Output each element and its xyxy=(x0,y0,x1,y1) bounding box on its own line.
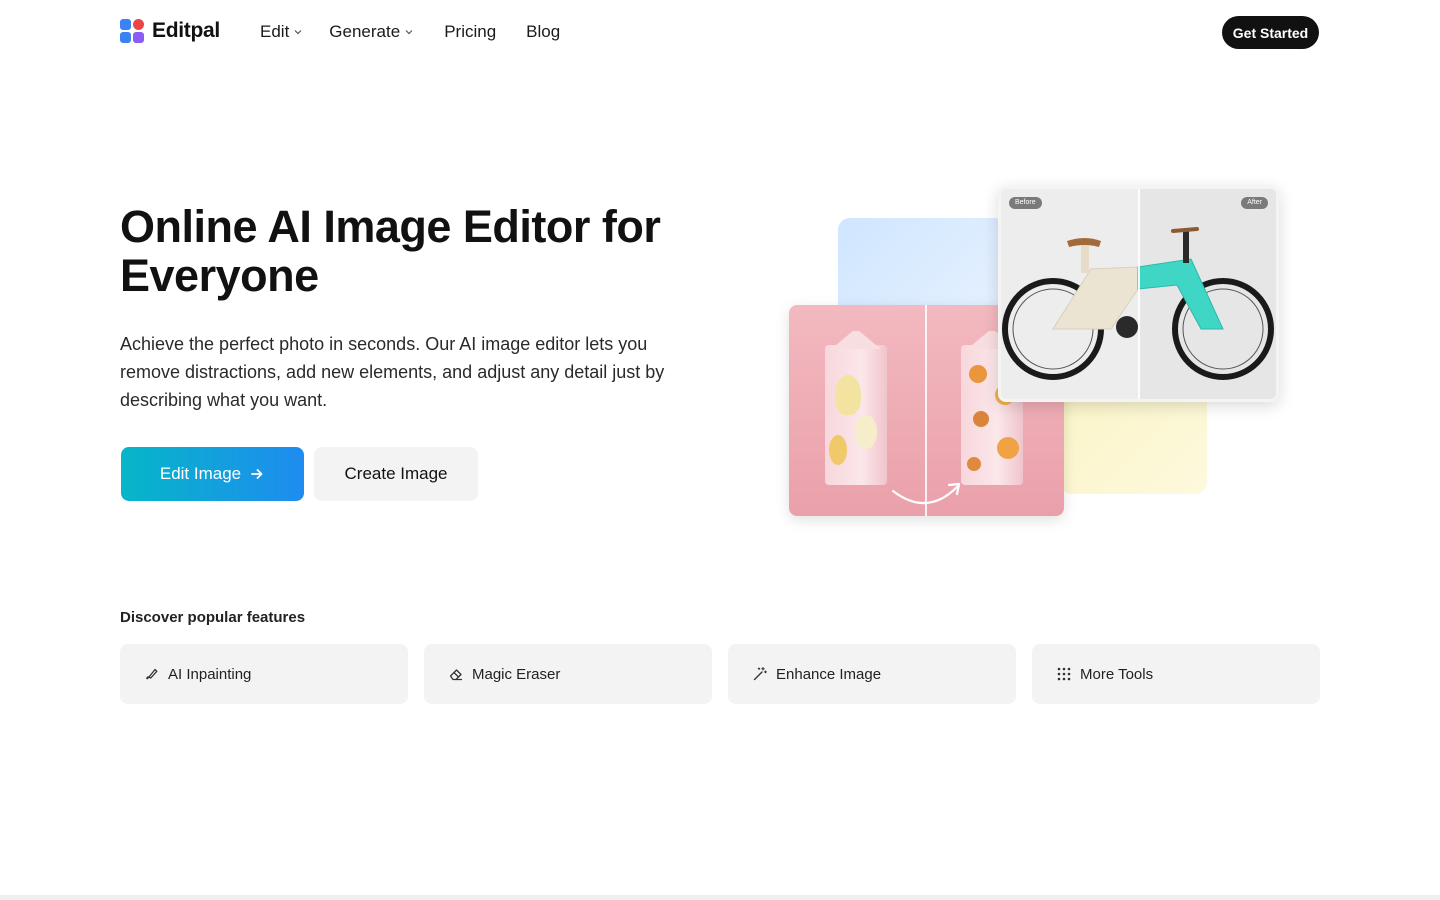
comparison-divider xyxy=(1138,189,1140,399)
feature-enhance-image[interactable]: Enhance Image xyxy=(728,644,1016,704)
magic-wand-icon xyxy=(753,666,767,681)
feature-magic-eraser[interactable]: Magic Eraser xyxy=(424,644,712,704)
nav-item-edit[interactable]: Edit xyxy=(260,20,303,44)
grid-dots-icon xyxy=(1057,667,1071,681)
feature-label: Enhance Image xyxy=(776,665,882,683)
eraser-icon xyxy=(449,669,462,681)
feature-ai-inpainting[interactable]: AI Inpainting xyxy=(120,644,408,704)
bike-comparison-image: Before After xyxy=(998,186,1279,402)
before-tag: Before xyxy=(1009,197,1042,209)
page-bottom-divider xyxy=(0,895,1440,900)
brand-name: Editpal xyxy=(152,19,220,42)
background-glow-yellow xyxy=(1060,390,1207,494)
hero-title: Online AI Image Editor for Everyone xyxy=(120,201,661,301)
brush-icon xyxy=(146,668,158,680)
feature-label: Magic Eraser xyxy=(472,665,561,683)
nav-item-pricing[interactable]: Pricing xyxy=(444,20,496,44)
nav-item-label: Blog xyxy=(526,22,561,41)
nav-item-generate[interactable]: Generate xyxy=(329,20,414,44)
feature-label: More Tools xyxy=(1080,665,1154,683)
edit-image-label: Edit Image xyxy=(159,464,242,483)
logo-mark-icon xyxy=(120,19,144,43)
feature-more-tools[interactable]: More Tools xyxy=(1032,644,1320,704)
site-header: Editpal Edit Generate Pricing Blog Get S… xyxy=(0,0,1440,64)
nav-item-label: Generate xyxy=(329,22,401,41)
features-heading: Discover popular features xyxy=(120,609,306,626)
feature-label: AI Inpainting xyxy=(168,665,252,683)
nav-item-label: Edit xyxy=(260,22,290,41)
brand-logo[interactable]: Editpal xyxy=(120,19,220,43)
hero-subtitle: Achieve the perfect photo in seconds. Ou… xyxy=(120,334,665,410)
get-started-button[interactable]: Get Started xyxy=(1222,16,1319,49)
edit-image-button[interactable]: Edit Image xyxy=(121,447,304,501)
nav-item-blog[interactable]: Blog xyxy=(526,20,560,44)
after-tag: After xyxy=(1241,197,1268,209)
arrow-right-icon xyxy=(251,469,263,479)
main-nav: Edit Generate Pricing Blog xyxy=(260,20,590,44)
nav-item-label: Pricing xyxy=(444,22,497,41)
chevron-down-icon xyxy=(405,30,413,35)
create-image-button[interactable]: Create Image xyxy=(314,447,478,501)
chevron-down-icon xyxy=(294,30,302,35)
